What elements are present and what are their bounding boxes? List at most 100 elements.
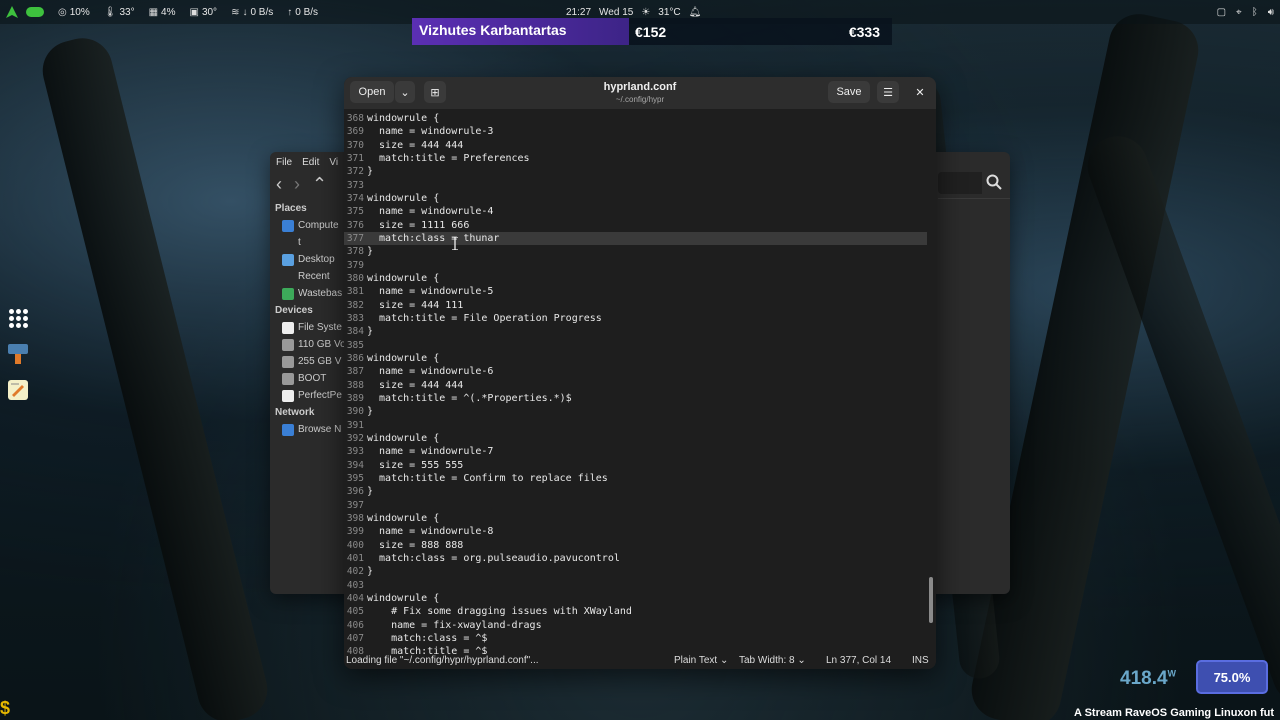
- code-line[interactable]: 391: [344, 419, 927, 432]
- location-icon[interactable]: ⌖: [1236, 7, 1242, 18]
- code-text: name = windowrule-6: [367, 366, 494, 378]
- ticker-text: A Stream RaveOS Gaming Linuxon fut: [1074, 707, 1275, 719]
- code-line[interactable]: 385: [344, 339, 927, 352]
- code-line[interactable]: 404 windowrule {: [344, 592, 927, 605]
- code-text: name = fix-xwayland-drags: [367, 619, 542, 631]
- code-text: windowrule {: [367, 352, 440, 364]
- line-number: 404: [346, 592, 364, 604]
- sidebar-item-volume-255[interactable]: 255 GB V: [270, 353, 350, 370]
- up-icon[interactable]: ⌃: [312, 174, 327, 195]
- code-line[interactable]: 399 name = windowrule-8: [344, 525, 927, 538]
- arch-logo-icon[interactable]: [6, 6, 18, 18]
- code-line[interactable]: 368 windowrule {: [344, 112, 927, 125]
- open-menu-button[interactable]: ⌄: [395, 81, 415, 103]
- back-icon[interactable]: ‹: [276, 174, 282, 195]
- sidebar-item-wastebasket[interactable]: Wastebas: [270, 285, 350, 302]
- code-line[interactable]: 372}: [344, 165, 927, 178]
- search-field[interactable]: [938, 172, 982, 194]
- line-number: 403: [346, 579, 364, 591]
- menu-file[interactable]: File: [276, 157, 292, 168]
- code-line-current[interactable]: 377 match:class = thunar: [344, 231, 927, 246]
- code-view[interactable]: 368 windowrule {369 name = windowrule-3 37…: [344, 111, 936, 656]
- close-button[interactable]: ✕: [910, 81, 930, 103]
- code-text: }: [367, 246, 374, 258]
- language-selector[interactable]: Plain Text ⌄: [674, 655, 728, 666]
- scrollbar[interactable]: [929, 577, 933, 623]
- new-tab-button[interactable]: ⊞: [424, 81, 446, 103]
- text-editor-icon[interactable]: [6, 378, 30, 402]
- code-line[interactable]: 398 windowrule {: [344, 512, 927, 525]
- code-line[interactable]: 397: [344, 499, 927, 512]
- code-text: windowrule {: [367, 512, 440, 524]
- clipboard-icon[interactable]: ▢: [1217, 7, 1226, 18]
- battery-indicator[interactable]: 75.0%: [1196, 660, 1268, 694]
- code-line[interactable]: 392 windowrule {: [344, 432, 927, 445]
- apps-grid-icon[interactable]: [6, 306, 30, 330]
- code-text: match:title = ^(.*Properties.*)$: [367, 392, 572, 404]
- code-line[interactable]: 400 size = 888 888: [344, 539, 927, 552]
- line-number: 378: [346, 246, 364, 258]
- cursor-position[interactable]: Ln 377, Col 14: [826, 655, 891, 666]
- memory-icon: ▦: [148, 6, 159, 18]
- code-line[interactable]: 369 name = windowrule-3: [344, 125, 927, 138]
- volume-icon[interactable]: 🔊︎: [1268, 7, 1274, 18]
- code-line[interactable]: 371 match:title = Preferences: [344, 152, 927, 165]
- menu-edit[interactable]: Edit: [302, 157, 319, 168]
- code-line[interactable]: 406 name = fix-xwayland-drags: [344, 619, 927, 632]
- code-line[interactable]: 383 match:title = File Operation Progres…: [344, 312, 927, 325]
- code-line[interactable]: 395 match:title = Confirm to replace fil…: [344, 472, 927, 485]
- code-line[interactable]: 375 name = windowrule-4: [344, 205, 927, 218]
- code-line[interactable]: 402}: [344, 565, 927, 578]
- line-number: 385: [346, 339, 364, 351]
- bluetooth-icon[interactable]: ᛒ: [1252, 7, 1258, 18]
- code-line[interactable]: 387 name = windowrule-6: [344, 365, 927, 378]
- code-line[interactable]: 380 windowrule {: [344, 272, 927, 285]
- menu-view[interactable]: Vi: [329, 157, 338, 168]
- toggle-switch[interactable]: [26, 7, 44, 17]
- code-line[interactable]: 407 match:class = ^$: [344, 632, 927, 645]
- menu-button[interactable]: ☰: [877, 81, 899, 103]
- code-line[interactable]: 390}: [344, 405, 927, 418]
- code-line[interactable]: 370 size = 444 444: [344, 139, 927, 152]
- net-up-indicator: ↑ 0 B/s: [287, 6, 319, 18]
- line-number: 388: [346, 379, 364, 391]
- code-line[interactable]: 382 size = 444 111: [344, 299, 927, 312]
- code-text: size = 888 888: [367, 539, 464, 551]
- code-line[interactable]: 379: [344, 259, 927, 272]
- code-line[interactable]: 386 windowrule {: [344, 352, 927, 365]
- sidebar-item-volume-110[interactable]: 110 GB Vo: [270, 336, 350, 353]
- code-line[interactable]: 394 size = 555 555: [344, 459, 927, 472]
- code-line[interactable]: 381 name = windowrule-5: [344, 285, 927, 298]
- open-button[interactable]: Open: [350, 81, 394, 103]
- line-number: 397: [346, 499, 364, 511]
- code-line[interactable]: 373: [344, 179, 927, 192]
- sidebar-item-browse-network[interactable]: Browse N: [270, 421, 350, 438]
- code-line[interactable]: 405 # Fix some dragging issues with XWay…: [344, 605, 927, 618]
- code-line[interactable]: 401 match:class = org.pulseaudio.pavucon…: [344, 552, 927, 565]
- sidebar-item-perfectpe[interactable]: PerfectPe: [270, 387, 350, 404]
- code-line[interactable]: 376 size = 1111 666: [344, 219, 927, 232]
- save-button[interactable]: Save: [828, 81, 870, 103]
- sidebar-item-desktop[interactable]: Desktop: [270, 251, 350, 268]
- sidebar-item-computer[interactable]: Compute: [270, 217, 350, 234]
- code-line[interactable]: 384}: [344, 325, 927, 338]
- search-icon[interactable]: [986, 174, 1002, 190]
- sidebar-item-boot[interactable]: BOOT: [270, 370, 350, 387]
- code-line[interactable]: 378}: [344, 245, 927, 258]
- code-line[interactable]: 374 windowrule {: [344, 192, 927, 205]
- text-editor-window[interactable]: Open ⌄ ⊞ hyprland.conf ~/.config/hypr Sa…: [344, 77, 936, 669]
- code-line[interactable]: 393 name = windowrule-7: [344, 445, 927, 458]
- code-line[interactable]: 403: [344, 579, 927, 592]
- app-launcher-icon[interactable]: [6, 342, 30, 366]
- code-line[interactable]: 388 size = 444 444: [344, 379, 927, 392]
- code-line[interactable]: 389 match:title = ^(.*Properties.*)$: [344, 392, 927, 405]
- sidebar-item-filesystem[interactable]: File Syste: [270, 319, 350, 336]
- code-line[interactable]: 396}: [344, 485, 927, 498]
- code-text: name = windowrule-4: [367, 206, 494, 218]
- forward-icon[interactable]: ›: [294, 174, 300, 195]
- temp-indicator: 🌡︎ 33°: [103, 6, 135, 18]
- bell-icon[interactable]: 🔔︎: [689, 7, 702, 18]
- tab-width-selector[interactable]: Tab Width: 8 ⌄: [739, 655, 806, 666]
- dollar-icon: $: [0, 698, 11, 718]
- sidebar-item-recent[interactable]: Recent: [270, 268, 350, 285]
